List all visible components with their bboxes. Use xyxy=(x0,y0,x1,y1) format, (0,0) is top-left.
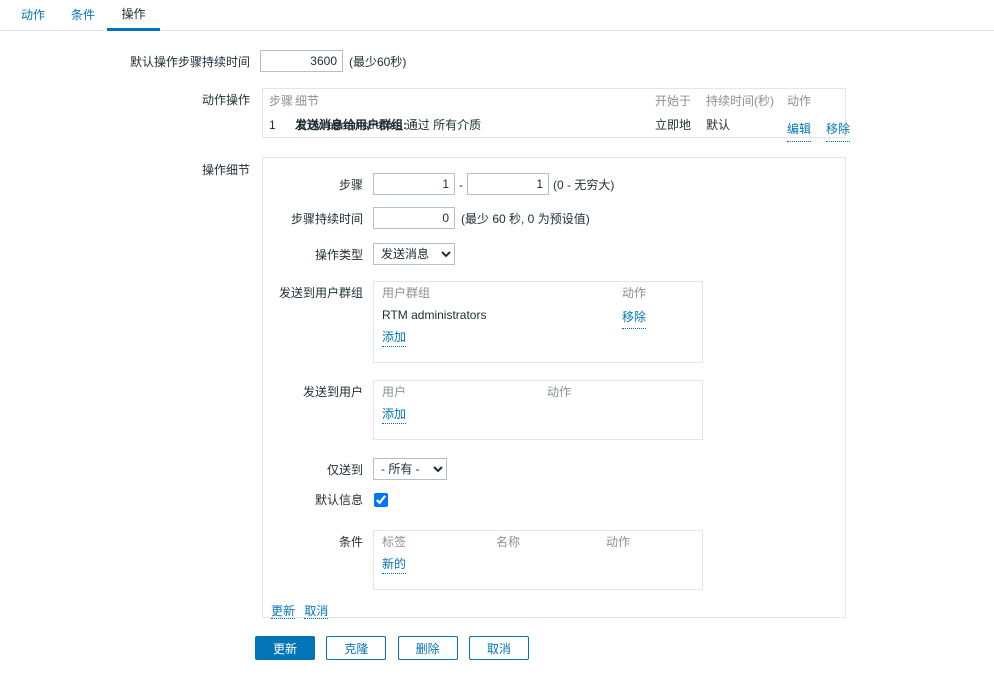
tab-condition[interactable]: 条件 xyxy=(63,0,103,30)
delete-button[interactable]: 删除 xyxy=(397,636,458,660)
operation-type-row: 操作类型 发送消息 xyxy=(263,243,823,267)
step-duration-row: 步骤持续时间 (最少 60 秒, 0 为预设值) xyxy=(263,207,823,231)
default-step-duration-hint: (最少60秒) xyxy=(349,55,407,69)
user-group-name: RTM administrators xyxy=(382,308,487,322)
steps-row: 步骤 - (0 - 无穷大) xyxy=(263,173,823,197)
conditions-table: 标签 名称 动作 新的 xyxy=(373,530,703,590)
steps-label: 步骤 xyxy=(338,178,363,192)
default-message-label: 默认信息 xyxy=(314,493,363,507)
users-footer: 添加 xyxy=(374,403,702,429)
action-configuration-form: 动作 条件 操作 默认操作步骤持续时间 (最少60秒) 动作操作 步骤 细节 开… xyxy=(0,0,994,678)
users-add-link[interactable]: 添加 xyxy=(382,405,407,424)
operation-step: 1 xyxy=(269,118,276,132)
col-header-details: 细节 xyxy=(295,94,320,108)
operations-table-header: 步骤 细节 开始于 持续时间(秒) 动作 xyxy=(263,89,845,113)
default-step-duration-input[interactable] xyxy=(260,50,343,72)
step-duration-hint: (最少 60 秒, 0 为预设值) xyxy=(461,212,590,226)
operations-label: 动作操作 xyxy=(201,93,250,107)
send-to-user-groups-table: 用户群组 动作 RTM administrators 移除 添加 xyxy=(373,281,703,363)
tab-operation-label: 操作 xyxy=(121,7,146,21)
steps-hint: (0 - 无穷大) xyxy=(553,178,615,192)
tab-action[interactable]: 动作 xyxy=(13,0,53,30)
operation-details-label: 操作细节 xyxy=(201,163,250,177)
default-step-duration-label: 默认操作步骤持续时间 xyxy=(129,55,250,69)
clone-button[interactable]: 克隆 xyxy=(326,636,387,660)
step-duration-input[interactable] xyxy=(373,207,455,229)
users-table-header: 用户 动作 xyxy=(374,381,702,403)
conditions-col-tag: 标签 xyxy=(382,535,407,549)
default-message-row: 默认信息 xyxy=(263,488,823,512)
operation-type-label: 操作类型 xyxy=(314,248,363,262)
col-header-step: 步骤 xyxy=(269,94,294,108)
operation-details-panel: 步骤 - (0 - 无穷大) 步骤持续时间 (最少 60 秒, 0 为预设值) … xyxy=(262,157,846,619)
step-to-input[interactable] xyxy=(467,173,549,195)
conditions-label: 条件 xyxy=(338,535,363,549)
send-to-users-label: 发送到用户 xyxy=(302,385,363,399)
conditions-new-link[interactable]: 新的 xyxy=(382,555,407,574)
form-footer-buttons: 更新 克隆 删除 取消 xyxy=(255,636,530,660)
operation-details-actions: 更新 取消 xyxy=(271,602,329,619)
steps-separator: - xyxy=(459,178,463,192)
col-header-action: 动作 xyxy=(787,94,812,108)
user-groups-footer: 添加 xyxy=(374,326,702,352)
cancel-button[interactable]: 取消 xyxy=(469,636,530,660)
operation-detail-text: RTM administrators 通过 所有介质 xyxy=(298,118,482,132)
conditions-table-header: 标签 名称 动作 xyxy=(374,531,702,553)
operations-table: 步骤 细节 开始于 持续时间(秒) 动作 1 发送消息给用户群组: RTM ad… xyxy=(262,88,851,142)
tab-condition-label: 条件 xyxy=(70,8,95,22)
operation-remove-link[interactable]: 移除 xyxy=(826,117,851,142)
col-header-duration: 持续时间(秒) xyxy=(706,94,774,108)
conditions-col-action: 动作 xyxy=(606,535,631,549)
step-from-input[interactable] xyxy=(373,173,455,195)
send-only-to-label: 仅送到 xyxy=(326,463,363,477)
send-to-user-groups-label: 发送到用户群组 xyxy=(278,286,363,300)
user-groups-col-name: 用户群组 xyxy=(382,286,431,300)
user-groups-add-link[interactable]: 添加 xyxy=(382,328,407,347)
col-header-start-in: 开始于 xyxy=(655,94,692,108)
conditions-col-name: 名称 xyxy=(496,535,521,549)
tab-bar: 动作 条件 操作 xyxy=(0,0,994,31)
tab-action-label: 动作 xyxy=(20,8,45,22)
send-to-users-table: 用户 动作 添加 xyxy=(373,380,703,440)
conditions-footer: 新的 xyxy=(374,553,702,579)
send-only-to-select[interactable]: - 所有 - xyxy=(373,458,447,480)
users-col-action: 动作 xyxy=(547,385,572,399)
default-message-checkbox[interactable] xyxy=(374,493,388,507)
operation-type-select[interactable]: 发送消息 xyxy=(373,243,455,265)
operation-cancel-link[interactable]: 取消 xyxy=(304,604,329,619)
list-item: RTM administrators 移除 xyxy=(374,304,702,329)
operation-edit-link[interactable]: 编辑 xyxy=(787,117,812,142)
send-only-to-row: 仅送到 - 所有 - xyxy=(263,458,823,482)
update-button[interactable]: 更新 xyxy=(255,636,315,660)
user-groups-table-header: 用户群组 动作 xyxy=(374,282,702,304)
tab-operation[interactable]: 操作 xyxy=(107,0,160,31)
operation-update-link[interactable]: 更新 xyxy=(271,604,296,619)
users-col-name: 用户 xyxy=(382,385,407,399)
user-groups-col-action: 动作 xyxy=(622,286,647,300)
operation-start-in: 立即地 xyxy=(655,118,692,132)
table-row: 1 发送消息给用户群组: RTM administrators 通过 所有介质 … xyxy=(263,113,851,142)
default-step-duration-row: 默认操作步骤持续时间 (最少60秒) xyxy=(0,50,520,74)
step-duration-label: 步骤持续时间 xyxy=(290,212,363,226)
operation-duration: 默认 xyxy=(706,118,731,132)
